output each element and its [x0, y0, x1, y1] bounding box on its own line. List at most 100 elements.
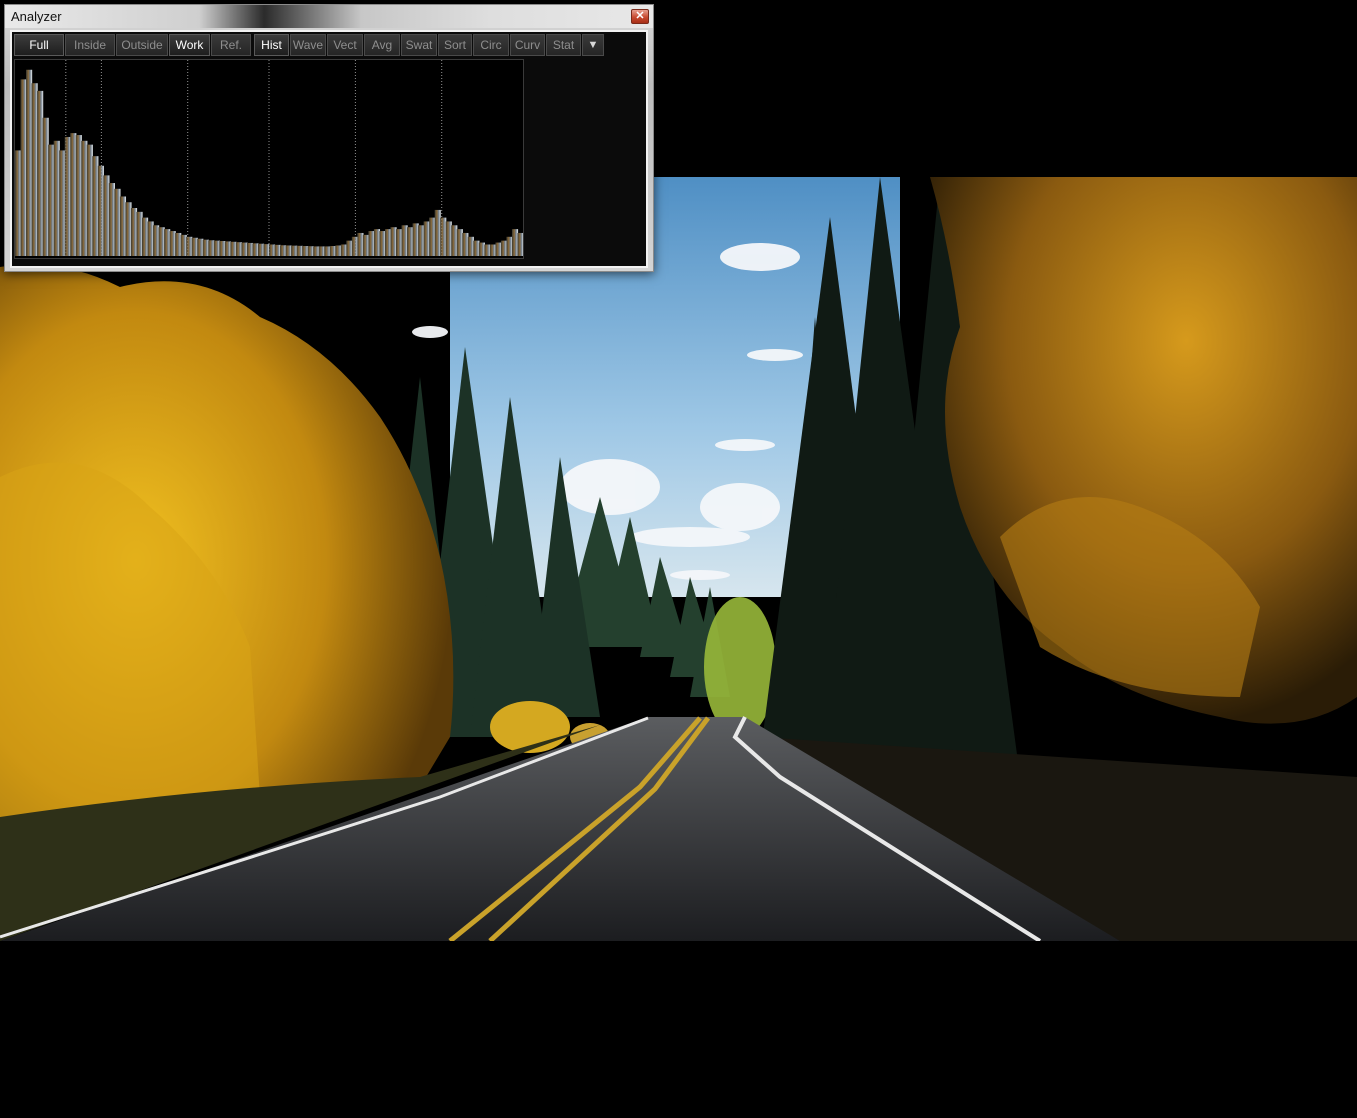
analyzer-titlebar[interactable]: Analyzer ✕ [5, 5, 653, 28]
histogram-bin [86, 144, 93, 256]
histogram-bin [252, 243, 259, 256]
analyzer-window[interactable]: Analyzer ✕ Full Inside Outside Work Ref.… [4, 4, 654, 272]
source-ref-button[interactable]: Ref. [211, 34, 251, 56]
road-photo [0, 177, 1357, 941]
histogram-bin [489, 244, 496, 256]
histogram-bin [351, 236, 358, 256]
histogram-bin [108, 183, 115, 256]
histogram-bin [75, 135, 82, 256]
histogram-bin [119, 196, 127, 256]
scope-full-button[interactable]: Full [14, 34, 64, 56]
analyzer-panel: Full Inside Outside Work Ref. Hist Wave … [10, 30, 648, 268]
histogram-bin [208, 240, 215, 256]
scope-outside-button[interactable]: Outside [116, 34, 168, 56]
histogram-bin [506, 236, 513, 256]
histogram-bin [164, 229, 171, 256]
histogram-bin [263, 244, 270, 256]
view-curv-button[interactable]: Curv [510, 34, 545, 56]
histogram-bin [396, 229, 403, 256]
histogram-bin [285, 245, 292, 256]
histogram-bin [484, 244, 491, 256]
histogram-bin [48, 144, 55, 256]
close-button[interactable]: ✕ [631, 9, 649, 24]
histogram-bin [307, 246, 314, 256]
histogram-plot [15, 60, 524, 258]
histogram-bin [42, 117, 49, 256]
histogram-bin [97, 165, 104, 256]
histogram-bin [440, 217, 447, 256]
histogram-bin [478, 242, 485, 256]
histogram-bin [511, 229, 519, 256]
histogram-bin [379, 231, 386, 256]
analyzer-toolbar: Full Inside Outside Work Ref. Hist Wave … [14, 34, 605, 56]
histogram-bin [169, 231, 176, 256]
more-views-button[interactable]: ▼ [582, 34, 604, 56]
view-hist-button[interactable]: Hist [254, 34, 289, 56]
histogram-bin [31, 83, 38, 256]
histogram-bin [64, 136, 71, 256]
scope-inside-button[interactable]: Inside [65, 34, 115, 56]
window-title: Analyzer [11, 9, 62, 24]
histogram-bin [114, 188, 121, 256]
histogram-bin [241, 242, 248, 256]
view-sort-button[interactable]: Sort [438, 34, 472, 56]
histogram-bin [224, 241, 231, 256]
histogram-bin [346, 240, 353, 256]
histogram-bin [197, 238, 204, 256]
histogram-bin [274, 244, 281, 256]
histogram-bin [473, 240, 480, 256]
histogram-bin [92, 156, 99, 256]
histogram-bin [235, 242, 242, 256]
histogram-bin [412, 223, 419, 256]
histogram-bin [202, 239, 209, 256]
histogram-bin [291, 245, 298, 256]
histogram-view [14, 59, 524, 259]
histogram-bin [70, 133, 77, 256]
histogram-bin [429, 217, 436, 256]
histogram-bin [495, 242, 502, 256]
view-avg-button[interactable]: Avg [364, 34, 400, 56]
histogram-bin [462, 232, 469, 256]
histogram-bin [456, 229, 463, 256]
histogram-bin [451, 225, 458, 256]
histogram-bin [257, 243, 265, 256]
histogram-bin [147, 221, 154, 256]
histogram-bin [175, 232, 182, 256]
view-circ-button[interactable]: Circ [473, 34, 509, 56]
view-stat-button[interactable]: Stat [546, 34, 581, 56]
histogram-bin [302, 246, 309, 256]
histogram-bin [26, 69, 33, 256]
histogram-bin [191, 237, 198, 256]
histogram-bin [401, 225, 408, 256]
histogram-bin [59, 150, 66, 256]
histogram-bin [15, 150, 22, 256]
histogram-bin [418, 225, 425, 256]
histogram-bin [373, 229, 381, 256]
histogram-bin [81, 140, 88, 256]
histogram-bin [407, 227, 414, 256]
source-work-button[interactable]: Work [169, 34, 210, 56]
histogram-bin [103, 175, 110, 256]
view-swat-button[interactable]: Swat [401, 34, 437, 56]
histogram-bin [340, 244, 347, 256]
close-icon: ✕ [635, 10, 645, 22]
histogram-bin [230, 241, 237, 256]
chevron-down-icon: ▼ [587, 39, 599, 51]
histogram-bin [362, 234, 369, 256]
histogram-bin [136, 211, 143, 256]
histogram-bin [130, 208, 138, 256]
view-wave-button[interactable]: Wave [290, 34, 326, 56]
histogram-bin [186, 236, 193, 256]
view-vect-button[interactable]: Vect [327, 34, 363, 56]
histogram-bin [445, 221, 452, 256]
histogram-bin [280, 245, 287, 256]
histogram-bin [467, 236, 474, 256]
histogram-bin [125, 202, 132, 256]
histogram-bin [213, 240, 220, 256]
histogram-bin [335, 245, 342, 256]
histogram-bin [517, 232, 524, 256]
histogram-bin [20, 79, 27, 256]
histogram-bin [296, 245, 303, 256]
histogram-bin [219, 241, 226, 256]
histogram-bin [368, 231, 375, 256]
